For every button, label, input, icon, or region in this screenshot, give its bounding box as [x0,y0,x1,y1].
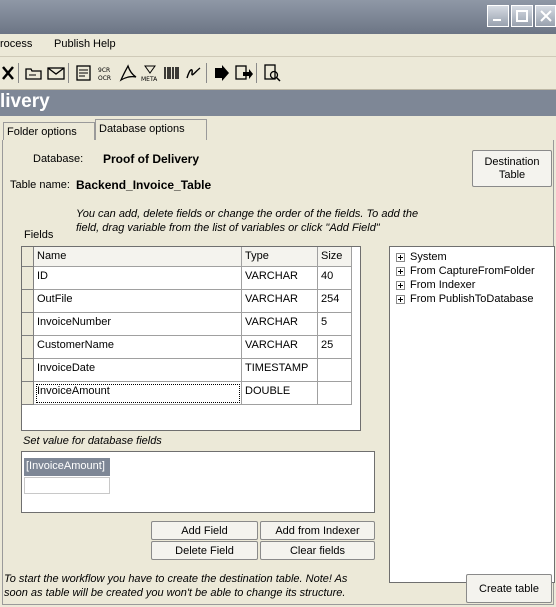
column-header-type[interactable]: Type [242,247,318,267]
database-value: Proof of Delivery [103,152,200,166]
expand-icon[interactable] [396,267,405,276]
export-icon[interactable] [212,63,232,83]
field-size-cell[interactable] [318,382,352,405]
footer-note-line1: To start the workflow you have to create… [4,573,348,585]
pdf-icon[interactable] [118,63,138,83]
field-type-cell[interactable]: TIMESTAMP [242,359,318,382]
field-name-cell[interactable]: InvoiceNumber [34,313,242,336]
row-selector[interactable] [22,290,34,313]
menu-process[interactable]: rocess [0,38,32,50]
row-selector[interactable] [22,313,34,336]
ocr-icon[interactable]: 9CROCR [96,63,116,83]
close-window-button[interactable] [535,5,556,27]
set-value-empty-cell[interactable] [24,477,110,494]
menu-bar: rocess Publish Help [0,34,556,57]
field-type-cell[interactable]: VARCHAR [242,267,318,290]
column-header-size[interactable]: Size [318,247,352,267]
field-size-cell[interactable]: 5 [318,313,352,336]
page-header: livery [0,90,556,116]
row-selector[interactable] [22,267,34,290]
database-label: Database: [33,153,84,165]
field-name-cell[interactable]: InvoiceDate [34,359,242,382]
expand-icon[interactable] [396,281,405,290]
expand-icon[interactable] [396,253,405,262]
create-table-button[interactable]: Create table [466,574,552,603]
footer-note-line2: soon as table will be created you won't … [4,587,346,599]
column-header-name[interactable]: Name [34,247,242,267]
table-name-label: Table name: [10,179,70,191]
menu-publish[interactable]: Publish [54,38,90,50]
signature-icon[interactable] [184,63,204,83]
grid-corner [22,247,34,267]
publish-icon[interactable] [234,63,254,83]
open-icon[interactable] [24,63,44,83]
row-selector[interactable] [22,336,34,359]
toolbar: 9CR OCR META [0,57,556,90]
destination-button-line1: Destination [484,156,540,168]
maximize-icon [516,10,528,22]
fields-grid: Name Type Size ID VARCHAR 40 OutFile VAR… [21,246,361,431]
field-size-cell[interactable]: 25 [318,336,352,359]
row-selector[interactable] [22,359,34,382]
fields-instructions-line2: field, drag variable from the list of va… [76,222,380,234]
field-type-cell[interactable]: VARCHAR [242,336,318,359]
tab-folder-options[interactable]: Folder options [3,122,95,140]
row-selector[interactable] [22,382,34,405]
field-size-cell[interactable]: 40 [318,267,352,290]
email-icon[interactable] [46,63,66,83]
set-value-box[interactable]: [InvoiceAmount] [21,451,375,513]
fields-instructions-line1: You can add, delete fields or change the… [76,208,419,220]
field-name-cell[interactable]: ID [34,267,242,290]
field-name-cell[interactable]: OutFile [34,290,242,313]
set-value-input[interactable]: [InvoiceAmount] [24,458,110,476]
clear-fields-button[interactable]: Clear fields [260,541,375,560]
svg-text:META: META [141,76,158,83]
field-type-cell[interactable]: DOUBLE [242,382,318,405]
add-from-indexer-button[interactable]: Add from Indexer [260,521,375,540]
table-name-value: Backend_Invoice_Table [76,178,212,192]
variables-tree: System From CaptureFromFolder From Index… [389,246,555,583]
field-size-cell[interactable] [318,359,352,382]
set-value-label: Set value for database fields [23,435,162,447]
field-type-cell[interactable]: VARCHAR [242,290,318,313]
close-icon[interactable] [0,63,20,83]
destination-button-line2: Table [498,169,526,181]
expand-icon[interactable] [396,295,405,304]
field-name-cell[interactable]: CustomerName [34,336,242,359]
delete-field-button[interactable]: Delete Field [151,541,258,560]
preview-icon[interactable] [262,63,282,83]
maximize-button[interactable] [511,5,533,27]
field-name-cell[interactable]: InvoiceAmount [34,382,242,405]
minimize-button[interactable] [487,5,509,27]
title-bar [0,0,556,34]
svg-text:9CR: 9CR [98,67,110,74]
meta-icon[interactable]: META [140,63,160,83]
barcode-icon[interactable] [162,63,182,83]
close-icon [540,10,552,22]
tab-database-options[interactable]: Database options [95,119,207,140]
page-title: livery [0,91,50,112]
destination-table-button[interactable]: Destination Table [472,150,552,187]
fields-label: Fields [24,229,54,241]
menu-help[interactable]: Help [93,38,116,50]
scan-icon[interactable] [74,63,94,83]
add-field-button[interactable]: Add Field [151,521,258,540]
svg-text:OCR: OCR [98,75,111,82]
minimize-icon [493,19,501,21]
field-size-cell[interactable]: 254 [318,290,352,313]
field-type-cell[interactable]: VARCHAR [242,313,318,336]
